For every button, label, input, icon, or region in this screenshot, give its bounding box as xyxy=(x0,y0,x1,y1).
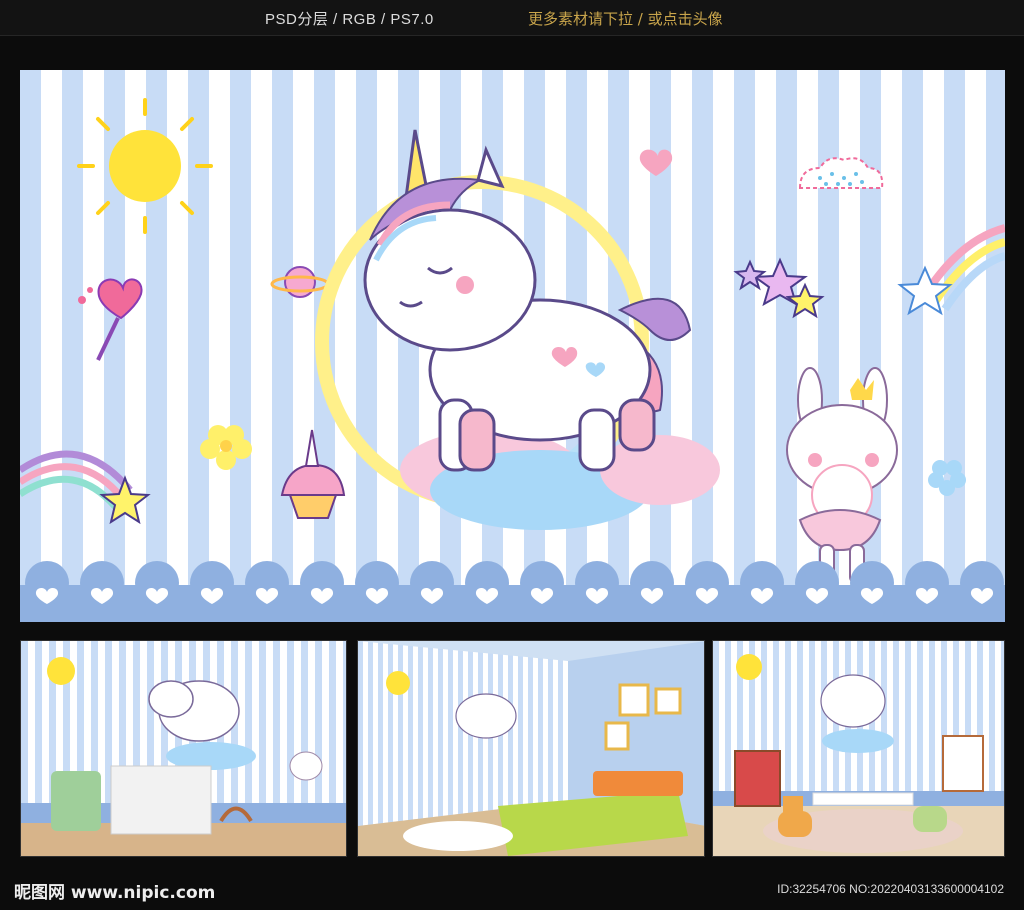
cupcake-icon xyxy=(280,429,346,519)
planet-icon xyxy=(270,266,330,298)
room-preview-bedroom[interactable] xyxy=(357,640,705,857)
heart-icon xyxy=(639,149,673,176)
format-info: PSD分层 / RGB / PS7.0 xyxy=(265,11,434,28)
unicorn-character xyxy=(315,129,720,530)
lollipop-icon xyxy=(78,278,143,361)
stars-cluster-icon xyxy=(733,257,825,319)
image-id-text: ID:32254706 NO:20220403133600004102 xyxy=(777,882,1004,896)
heart-border-strip xyxy=(20,561,1005,622)
top-info-bar: PSD分层 / RGB / PS7.0 更多素材请下拉 / 或点击头像 xyxy=(0,0,1024,36)
sun-icon xyxy=(77,98,213,234)
playroom-scene xyxy=(713,641,1004,856)
bunny-character xyxy=(786,367,898,584)
room-preview-playroom[interactable] xyxy=(712,640,1005,857)
dotted-cloud-icon xyxy=(798,157,884,189)
small-flower-icon xyxy=(928,460,966,496)
main-mural-image xyxy=(20,70,1005,622)
mural-illustration xyxy=(20,98,1005,622)
bedroom-scene xyxy=(358,641,704,856)
site-logo-text[interactable]: 昵图网 www.nipic.com xyxy=(14,878,215,903)
flower-icon xyxy=(200,425,252,470)
room-preview-nursery[interactable] xyxy=(20,640,347,857)
nursery-scene xyxy=(21,641,346,856)
scroll-hint-link[interactable]: 更多素材请下拉 / 或点击头像 xyxy=(528,8,723,29)
